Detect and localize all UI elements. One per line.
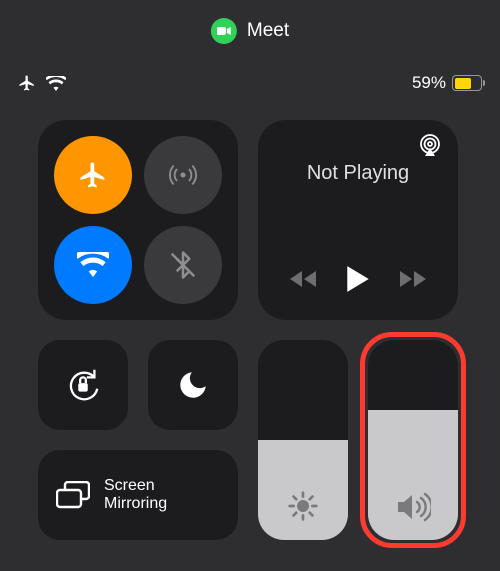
media-title: Not Playing — [278, 162, 438, 185]
rewind-button[interactable] — [290, 269, 318, 289]
screen-mirroring-icon — [56, 481, 90, 509]
brightness-slider[interactable] — [258, 340, 348, 540]
app-indicator-label: Meet — [247, 20, 289, 42]
airplay-icon[interactable] — [418, 134, 442, 156]
battery-icon — [452, 75, 482, 91]
wifi-status-icon — [46, 76, 66, 91]
volume-slider[interactable] — [368, 340, 458, 540]
camera-active-dot — [211, 18, 237, 44]
do-not-disturb-toggle[interactable] — [148, 340, 238, 430]
cellular-data-toggle[interactable] — [144, 136, 222, 214]
orientation-lock-toggle[interactable] — [38, 340, 128, 430]
bluetooth-toggle[interactable] — [144, 226, 222, 304]
airplane-mode-toggle[interactable] — [54, 136, 132, 214]
airplane-mode-icon — [18, 74, 36, 92]
battery-percentage: 59% — [412, 73, 446, 93]
play-button[interactable] — [345, 264, 371, 294]
volume-icon — [395, 492, 431, 522]
screen-mirroring-button[interactable]: Screen Mirroring — [38, 450, 238, 540]
app-indicator-pill[interactable]: Meet — [211, 18, 289, 44]
status-bar: 59% — [0, 68, 500, 98]
screen-mirroring-label: Screen Mirroring — [104, 477, 220, 514]
brightness-icon — [287, 490, 319, 522]
connectivity-group[interactable] — [38, 120, 238, 320]
media-controls-tile[interactable]: Not Playing — [258, 120, 458, 320]
wifi-toggle[interactable] — [54, 226, 132, 304]
forward-button[interactable] — [398, 269, 426, 289]
